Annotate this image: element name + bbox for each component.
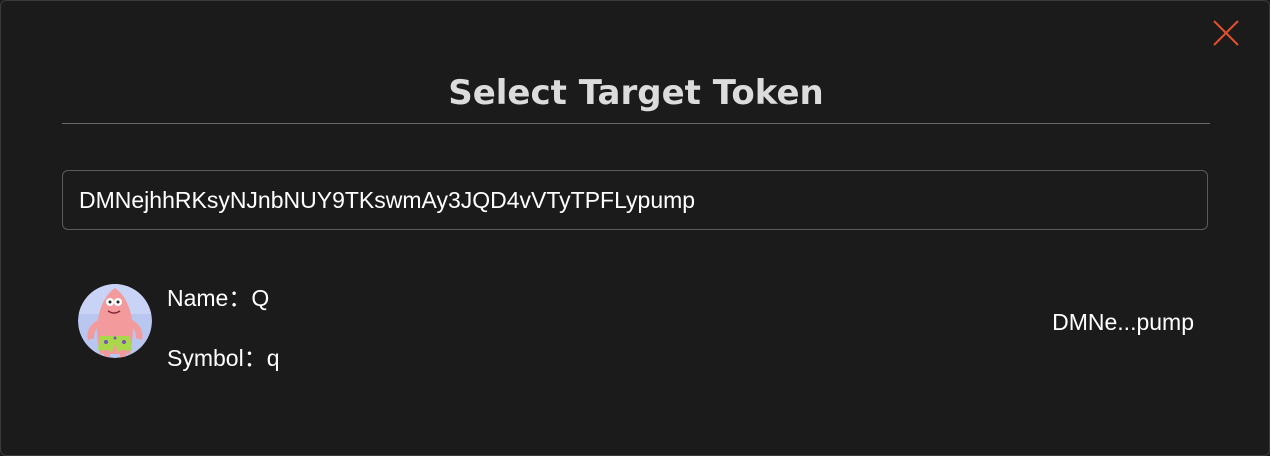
token-address-short: DMNe...pump <box>1052 309 1194 335</box>
token-name: Name：Q <box>167 279 269 313</box>
select-token-modal: Select Target Token DMNejhhRKsyNJnbNUY9T… <box>0 0 1270 456</box>
token-result-row[interactable]: Name：Q Symbol：q DMNe...pump <box>62 269 1210 379</box>
token-symbol-value: q <box>266 345 280 371</box>
token-address-input[interactable] <box>62 170 1208 230</box>
close-button[interactable] <box>1210 17 1242 49</box>
close-icon <box>1213 20 1239 46</box>
token-name-label: Name： <box>167 285 252 311</box>
token-name-value: Q <box>251 285 270 311</box>
token-symbol: Symbol：q <box>167 339 280 373</box>
modal-title: Select Target Token <box>448 73 824 113</box>
token-avatar-icon <box>78 284 152 358</box>
token-symbol-label: Symbol： <box>167 345 267 371</box>
token-avatar <box>78 284 152 358</box>
divider <box>62 123 1210 124</box>
